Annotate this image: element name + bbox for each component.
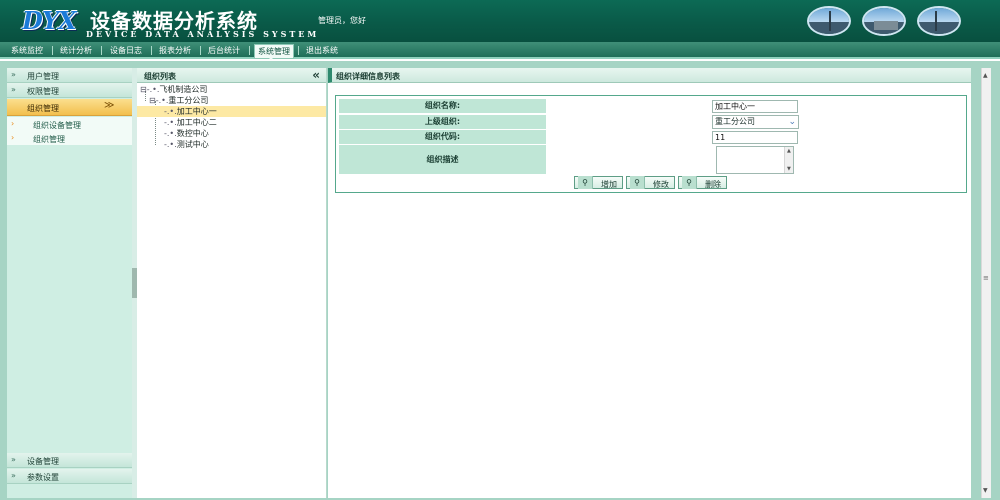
app-subtitle: DEVICE DATA ANALYSIS SYSTEM [86, 29, 320, 39]
delete-button[interactable]: ⚲ 删除 [678, 176, 727, 189]
scroll-down-icon[interactable]: ▼ [983, 487, 988, 494]
sidebar: » 用户管理 » 权限管理 组织管理 ≫ › 组织设备管理 › 组织管理 » 设… [7, 68, 132, 498]
tree-expand-icon[interactable]: ⊟ [149, 96, 156, 105]
sidebar-item-user-management[interactable]: » 用户管理 [7, 68, 132, 83]
double-chevron-right-icon: » [11, 455, 16, 464]
tree-node-selected[interactable]: -.•.加工中心一 [137, 106, 326, 117]
detail-panel-header: 组织详细信息列表 [328, 68, 971, 83]
sidebar-item-label: 设备管理 [27, 457, 59, 466]
scroll-up-icon[interactable]: ▲ [983, 72, 988, 79]
search-icon: ⚲ [578, 176, 593, 189]
sidebar-subitem-org-device[interactable]: › 组织设备管理 [7, 117, 132, 131]
collapse-icon[interactable]: « [312, 68, 320, 82]
nav-separator [249, 46, 250, 55]
add-button-label: 增加 [601, 180, 617, 189]
nav-logout[interactable]: 退出系统 [306, 45, 338, 56]
tree-node-icon: -.•. [164, 140, 177, 149]
nav-separator [101, 46, 102, 55]
parent-org-value: 重工分公司 [715, 117, 755, 126]
tree-node[interactable]: -.•.测试中心 [164, 139, 209, 150]
sidebar-item-permission-management[interactable]: » 权限管理 [7, 83, 132, 98]
double-chevron-right-icon: » [11, 85, 16, 94]
tree-expand-icon[interactable]: ⊟ [140, 85, 147, 94]
sidebar-subitem-org-management[interactable]: › 组织管理 [7, 131, 132, 145]
sidebar-item-device-management[interactable]: » 设备管理 [7, 453, 132, 468]
tree-node-icon: -.•. [164, 118, 177, 127]
parent-org-label: 上级组织: [339, 115, 546, 129]
header-photo-icon [917, 6, 961, 36]
nav-device-log[interactable]: 设备日志 [110, 45, 142, 56]
header-photo-icon [862, 6, 906, 36]
sidebar-item-org-management[interactable]: 组织管理 ≫ [7, 99, 132, 116]
scroll-down-icon[interactable]: ▼ [787, 166, 791, 172]
app-header: DYX 设备数据分析系统 DEVICE DATA ANALYSIS SYSTEM… [0, 0, 1000, 42]
page-scrollbar[interactable]: ▲ ≡ ▼ [981, 68, 991, 498]
nav-active-pointer [267, 56, 275, 60]
bullet-icon: › [11, 119, 15, 128]
header-photo-icon [807, 6, 851, 36]
tree-node[interactable]: -.•.数控中心 [164, 128, 209, 139]
tree-node-label: 数控中心 [176, 129, 209, 138]
delete-button-label: 删除 [705, 180, 721, 189]
brand-logo: DYX [22, 6, 77, 35]
chevron-down-icon: ⌄ [788, 117, 796, 127]
sidebar-item-label: 组织管理 [27, 104, 59, 113]
nav-statistics[interactable]: 统计分析 [60, 45, 92, 56]
parent-org-select[interactable]: 重工分公司 ⌄ [712, 115, 799, 129]
org-tree-panel: 组织列表 « ⊟-.•.飞机制造公司 ⊟-.•.重工分公司 -.•.加工中心一 … [137, 68, 327, 498]
double-chevron-down-icon: ≫ [104, 100, 115, 111]
nav-separator [151, 46, 152, 55]
tree-node-label: 测试中心 [176, 140, 209, 149]
tree-node-icon: -.•. [164, 129, 177, 138]
org-name-label: 组织名称: [339, 99, 546, 113]
org-code-label: 组织代码: [339, 130, 546, 144]
sidebar-item-label: 权限管理 [27, 87, 59, 96]
tree-node-icon: -.•. [155, 96, 169, 105]
double-chevron-right-icon: » [11, 70, 16, 79]
org-form: 组织名称: 加工中心一 上级组织: 重工分公司 ⌄ 组织代码: 11 组织描述 … [335, 95, 967, 193]
tree-node[interactable]: ⊟-.•.重工分公司 [149, 95, 208, 106]
sidebar-item-label: 参数设置 [27, 473, 59, 482]
scroll-up-icon[interactable]: ▲ [787, 148, 791, 154]
search-icon: ⚲ [682, 176, 697, 189]
nav-separator [298, 46, 299, 55]
tree-node-label: 飞机制造公司 [159, 85, 208, 94]
tree-node-icon: -.•. [146, 85, 160, 94]
nav-system-monitor[interactable]: 系统监控 [11, 45, 43, 56]
org-code-field[interactable]: 11 [712, 131, 798, 144]
sidebar-item-parameter-settings[interactable]: » 参数设置 [7, 469, 132, 484]
sidebar-subitem-label: 组织设备管理 [33, 121, 81, 130]
detail-panel-title: 组织详细信息列表 [336, 72, 400, 81]
double-chevron-right-icon: » [11, 471, 16, 480]
scroll-grip-icon[interactable]: ≡ [983, 274, 989, 282]
tree-node[interactable]: -.•.加工中心二 [164, 117, 217, 128]
nav-separator [200, 46, 201, 55]
tree-panel-title: 组织列表 [144, 72, 176, 81]
org-desc-label: 组织描述 [339, 145, 546, 174]
edit-button[interactable]: ⚲ 修改 [626, 176, 675, 189]
nav-report-analysis[interactable]: 报表分析 [159, 45, 191, 56]
user-greeting: 管理员，您好 [318, 16, 366, 25]
nav-backend-stats[interactable]: 后台统计 [208, 45, 240, 56]
org-name-field[interactable]: 加工中心一 [712, 100, 798, 113]
org-detail-panel: 组织详细信息列表 组织名称: 加工中心一 上级组织: 重工分公司 ⌄ 组织代码:… [328, 68, 971, 498]
tree-node-label: 重工分公司 [168, 96, 209, 105]
main-nav: 系统监控 统计分析 设备日志 报表分析 后台统计 系统管理 退出系统 [0, 42, 1000, 60]
tree-panel-header: 组织列表 « [137, 68, 326, 83]
sidebar-item-label: 用户管理 [27, 72, 59, 81]
bullet-icon: › [11, 133, 15, 142]
sidebar-subitem-label: 组织管理 [33, 135, 65, 144]
edit-button-label: 修改 [653, 180, 669, 189]
tree-node-label: 加工中心一 [176, 107, 217, 116]
nav-separator [52, 46, 53, 55]
tree-node[interactable]: ⊟-.•.飞机制造公司 [140, 84, 207, 95]
textarea-scrollbar[interactable]: ▲ ▼ [784, 147, 793, 173]
search-icon: ⚲ [630, 176, 645, 189]
tree-node-label: 加工中心二 [176, 118, 217, 127]
tree-node-icon: -.•. [164, 107, 177, 116]
add-button[interactable]: ⚲ 增加 [574, 176, 623, 189]
org-desc-textarea[interactable]: ▲ ▼ [716, 146, 794, 174]
